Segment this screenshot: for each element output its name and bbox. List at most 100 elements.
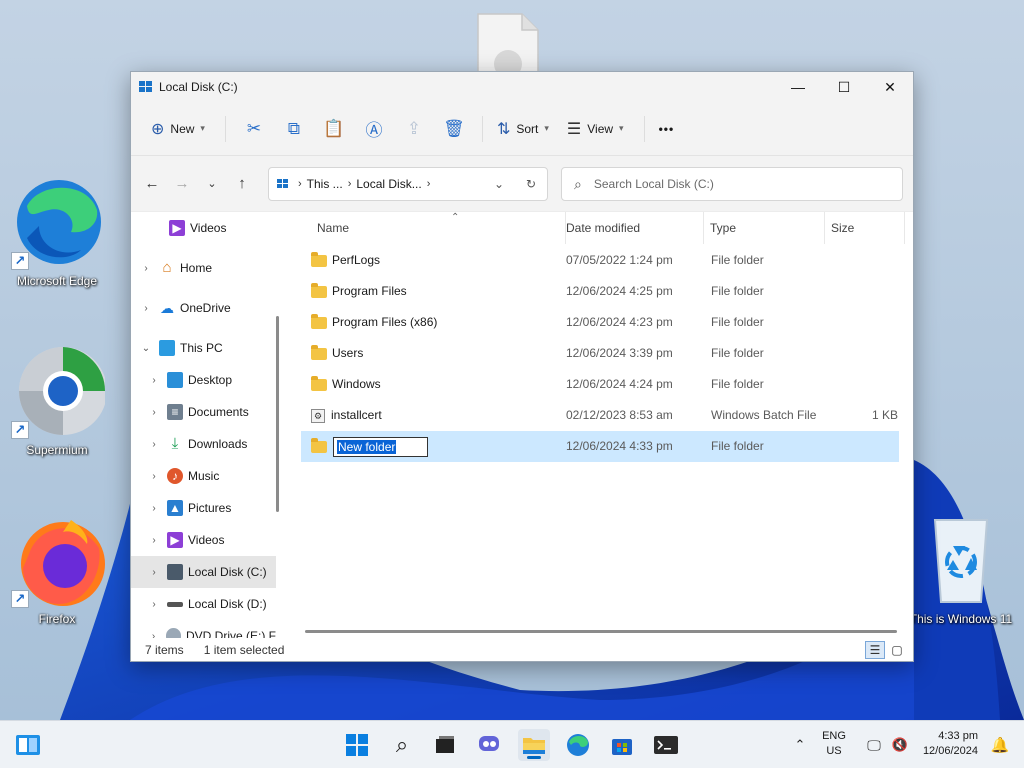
copy-icon[interactable]: ⧉: [274, 112, 314, 146]
column-header-date[interactable]: Date modified: [560, 212, 704, 244]
rename-icon[interactable]: Ⓐ: [354, 112, 394, 146]
nav-item-desktop[interactable]: › Desktop: [131, 364, 276, 396]
title-bar[interactable]: Local Disk (C:) — ☐ ✕: [131, 72, 913, 102]
search-input[interactable]: [593, 177, 874, 191]
up-arrow-icon[interactable]: ↑: [227, 169, 257, 199]
nav-item-documents[interactable]: › ≡ Documents: [131, 396, 276, 428]
file-explorer-taskbar-button[interactable]: [518, 729, 550, 761]
rename-selected-text: New folder: [337, 439, 397, 454]
new-button[interactable]: ⊕ New ▾: [145, 112, 211, 146]
breadcrumb-local-disk[interactable]: Local Disk...: [356, 177, 421, 191]
more-options-button[interactable]: •••: [653, 112, 681, 146]
expand-chevron-icon[interactable]: ›: [147, 471, 161, 482]
recent-locations-chevron-icon[interactable]: ⌄: [197, 169, 227, 199]
navigation-pane[interactable]: ▶ Videos › ⌂ Home › ☁ OneDrive ⌄ This PC: [131, 212, 279, 638]
address-bar[interactable]: › This ... › Local Disk... › ⌄ ↻: [268, 167, 548, 201]
clock-time: 4:33 pm: [938, 730, 978, 742]
desktop-file-icon[interactable]: [476, 12, 540, 78]
breadcrumb-chevron-icon[interactable]: ›: [348, 178, 352, 190]
expand-chevron-icon[interactable]: ›: [147, 631, 160, 639]
expand-chevron-icon[interactable]: ›: [147, 503, 161, 514]
show-hidden-icons-chevron-icon[interactable]: ⌃: [784, 729, 816, 761]
horizontal-scrollbar[interactable]: [301, 626, 911, 638]
share-icon[interactable]: ⇪: [394, 112, 434, 146]
column-header-name[interactable]: Name: [311, 212, 566, 244]
clock[interactable]: 4:33 pm 12/06/2024: [914, 729, 978, 759]
delete-icon[interactable]: 🗑: [434, 112, 474, 146]
nav-item-local-disk-c[interactable]: › Local Disk (C:): [131, 556, 276, 588]
file-explorer-window[interactable]: Local Disk (C:) — ☐ ✕ ⊕ New ▾ ✂ ⧉ 📋 Ⓐ ⇪ …: [130, 71, 914, 662]
file-row[interactable]: ⚙ installcert 02/12/2023 8:53 am Windows …: [301, 400, 899, 431]
terminal-icon[interactable]: [650, 729, 682, 761]
desktop-icon-supermium[interactable]: ↗ Supermium: [2, 345, 112, 457]
nav-item-home[interactable]: › ⌂ Home: [131, 252, 276, 284]
file-row[interactable]: PerfLogs 07/05/2022 1:24 pm File folder: [301, 245, 899, 276]
nav-item-label: Videos: [190, 221, 227, 235]
column-header-size[interactable]: Size: [825, 212, 905, 244]
file-list-pane[interactable]: Name ⌃ Date modified Type Size PerfLogs …: [279, 212, 913, 638]
drive-icon: [167, 601, 183, 607]
expand-chevron-icon[interactable]: ›: [147, 599, 161, 610]
drive-icon: [277, 178, 288, 188]
nav-item-dvd-drive[interactable]: › DVD Drive (E:) F: [131, 620, 276, 638]
maximize-button[interactable]: ☐: [821, 72, 867, 102]
file-row[interactable]: Program Files 12/06/2024 4:25 pm File fo…: [301, 276, 899, 307]
breadcrumb-this-pc[interactable]: This ...: [307, 177, 343, 191]
breadcrumb-chevron-icon[interactable]: ›: [427, 178, 431, 190]
collapse-chevron-icon[interactable]: ⌄: [139, 343, 153, 354]
nav-item-local-disk-d[interactable]: › Local Disk (D:): [131, 588, 276, 620]
language-indicator[interactable]: ENG US: [816, 729, 852, 759]
expand-chevron-icon[interactable]: ›: [147, 567, 161, 578]
rename-input[interactable]: New folder: [333, 436, 428, 457]
file-row[interactable]: Program Files (x86) 12/06/2024 4:23 pm F…: [301, 307, 899, 338]
tiles-view-icon[interactable]: ▢: [887, 641, 907, 659]
desktop-icon-edge[interactable]: ↗ Microsoft Edge: [2, 176, 112, 288]
start-button[interactable]: [341, 729, 373, 761]
expand-chevron-icon[interactable]: ›: [147, 535, 161, 546]
widgets-icon[interactable]: [12, 729, 44, 761]
chat-icon[interactable]: [473, 729, 505, 761]
refresh-icon[interactable]: ↻: [515, 177, 547, 191]
expand-chevron-icon[interactable]: ›: [147, 375, 161, 386]
nav-item-videos[interactable]: › ▶ Videos: [131, 524, 276, 556]
shortcut-arrow-icon: ↗: [11, 252, 29, 270]
search-icon: ⌕: [574, 175, 582, 192]
expand-chevron-icon[interactable]: ›: [139, 303, 153, 314]
back-arrow-icon[interactable]: ←: [137, 169, 167, 199]
details-view-icon[interactable]: ☰: [865, 641, 885, 659]
nav-item-videos-quick[interactable]: ▶ Videos: [131, 212, 276, 244]
breadcrumb-chevron-icon[interactable]: ›: [298, 178, 302, 190]
nav-item-onedrive[interactable]: › ☁ OneDrive: [131, 292, 276, 324]
search-icon[interactable]: ⌕: [386, 729, 418, 761]
nav-item-music[interactable]: › ♪ Music: [131, 460, 276, 492]
file-row[interactable]: Users 12/06/2024 3:39 pm File folder: [301, 338, 899, 369]
notifications-icon[interactable]: 🔔: [984, 729, 1016, 761]
address-dropdown-icon[interactable]: ⌄: [483, 177, 515, 191]
store-icon[interactable]: [606, 729, 638, 761]
search-box[interactable]: ⌕: [561, 167, 903, 201]
minimize-button[interactable]: —: [775, 72, 821, 102]
nav-item-pictures[interactable]: › ▲ Pictures: [131, 492, 276, 524]
close-button[interactable]: ✕: [867, 72, 913, 102]
edge-taskbar-icon[interactable]: [562, 729, 594, 761]
task-view-icon[interactable]: [429, 729, 461, 761]
nav-item-label: DVD Drive (E:) F: [186, 629, 276, 638]
cut-icon[interactable]: ✂: [234, 112, 274, 146]
desktop-icon-recycle-bin[interactable]: This is Windows 11: [906, 514, 1016, 626]
desktop-icon-firefox[interactable]: ↗ Firefox: [2, 514, 112, 626]
file-row[interactable]: Windows 12/06/2024 4:24 pm File folder: [301, 369, 899, 400]
expand-chevron-icon[interactable]: ›: [139, 263, 153, 274]
sort-button[interactable]: ⇅ Sort ▾: [491, 112, 555, 146]
expand-chevron-icon[interactable]: ›: [147, 439, 161, 450]
paste-icon[interactable]: 📋: [314, 112, 354, 146]
expand-chevron-icon[interactable]: ›: [147, 407, 161, 418]
firefox-icon: ↗: [9, 514, 105, 610]
volume-muted-icon[interactable]: 🔇: [884, 729, 916, 761]
file-row-selected[interactable]: New folder 12/06/2024 4:33 pm File folde…: [301, 431, 899, 462]
view-button[interactable]: ☰ View ▾: [561, 112, 630, 146]
nav-item-downloads[interactable]: › ⤓ Downloads: [131, 428, 276, 460]
status-bar: 7 items 1 item selected ☰ ▢: [131, 638, 913, 661]
column-header-type[interactable]: Type: [704, 212, 825, 244]
nav-item-this-pc[interactable]: ⌄ This PC: [131, 332, 276, 364]
forward-arrow-icon[interactable]: →: [167, 169, 197, 199]
